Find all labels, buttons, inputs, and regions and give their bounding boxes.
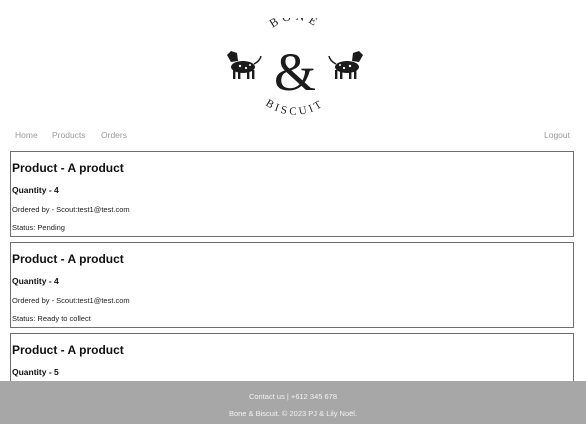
site-footer: Contact us | +612 345 678 Bone & Biscuit… bbox=[0, 381, 586, 424]
dalmatian-left-icon bbox=[227, 51, 262, 79]
logo-ampersand: & bbox=[274, 42, 316, 102]
order-status: Status: Pending bbox=[12, 223, 65, 232]
footer-contact[interactable]: Contact us | +612 345 678 bbox=[0, 392, 586, 401]
dalmatian-right-icon bbox=[328, 51, 363, 79]
order-card: Product - A product Quantity - 4 Ordered… bbox=[10, 242, 574, 328]
svg-text:BONE: BONE bbox=[267, 18, 324, 31]
order-status: Status: Ready to collect bbox=[12, 314, 91, 323]
order-ordered-by: Ordered by - Scout:test1@test.com bbox=[12, 296, 130, 305]
order-product: Product - A product bbox=[12, 161, 124, 175]
order-product: Product - A product bbox=[12, 343, 124, 357]
bone-and-biscuit-logo: BONE BISCUIT & bbox=[227, 18, 363, 118]
nav-orders-link[interactable]: Orders bbox=[101, 130, 127, 140]
order-quantity: Quantity - 4 bbox=[12, 276, 59, 286]
order-card: Product - A product Quantity - 4 Ordered… bbox=[10, 151, 574, 237]
order-quantity: Quantity - 5 bbox=[12, 367, 59, 377]
footer-copyright: Bone & Biscuit. © 2023 PJ & Lily Noël. bbox=[228, 409, 358, 418]
order-ordered-by: Ordered by - Scout:test1@test.com bbox=[12, 205, 130, 214]
nav-logout-link[interactable]: Logout bbox=[544, 130, 570, 140]
order-quantity: Quantity - 4 bbox=[12, 185, 59, 195]
main-nav: Home Products Orders Logout bbox=[0, 130, 586, 142]
site-header: BONE BISCUIT & bbox=[0, 0, 586, 124]
nav-home-link[interactable]: Home bbox=[15, 130, 38, 140]
order-product: Product - A product bbox=[12, 252, 124, 266]
logo-top-text: BONE bbox=[267, 18, 320, 31]
nav-products-link[interactable]: Products bbox=[52, 130, 86, 140]
